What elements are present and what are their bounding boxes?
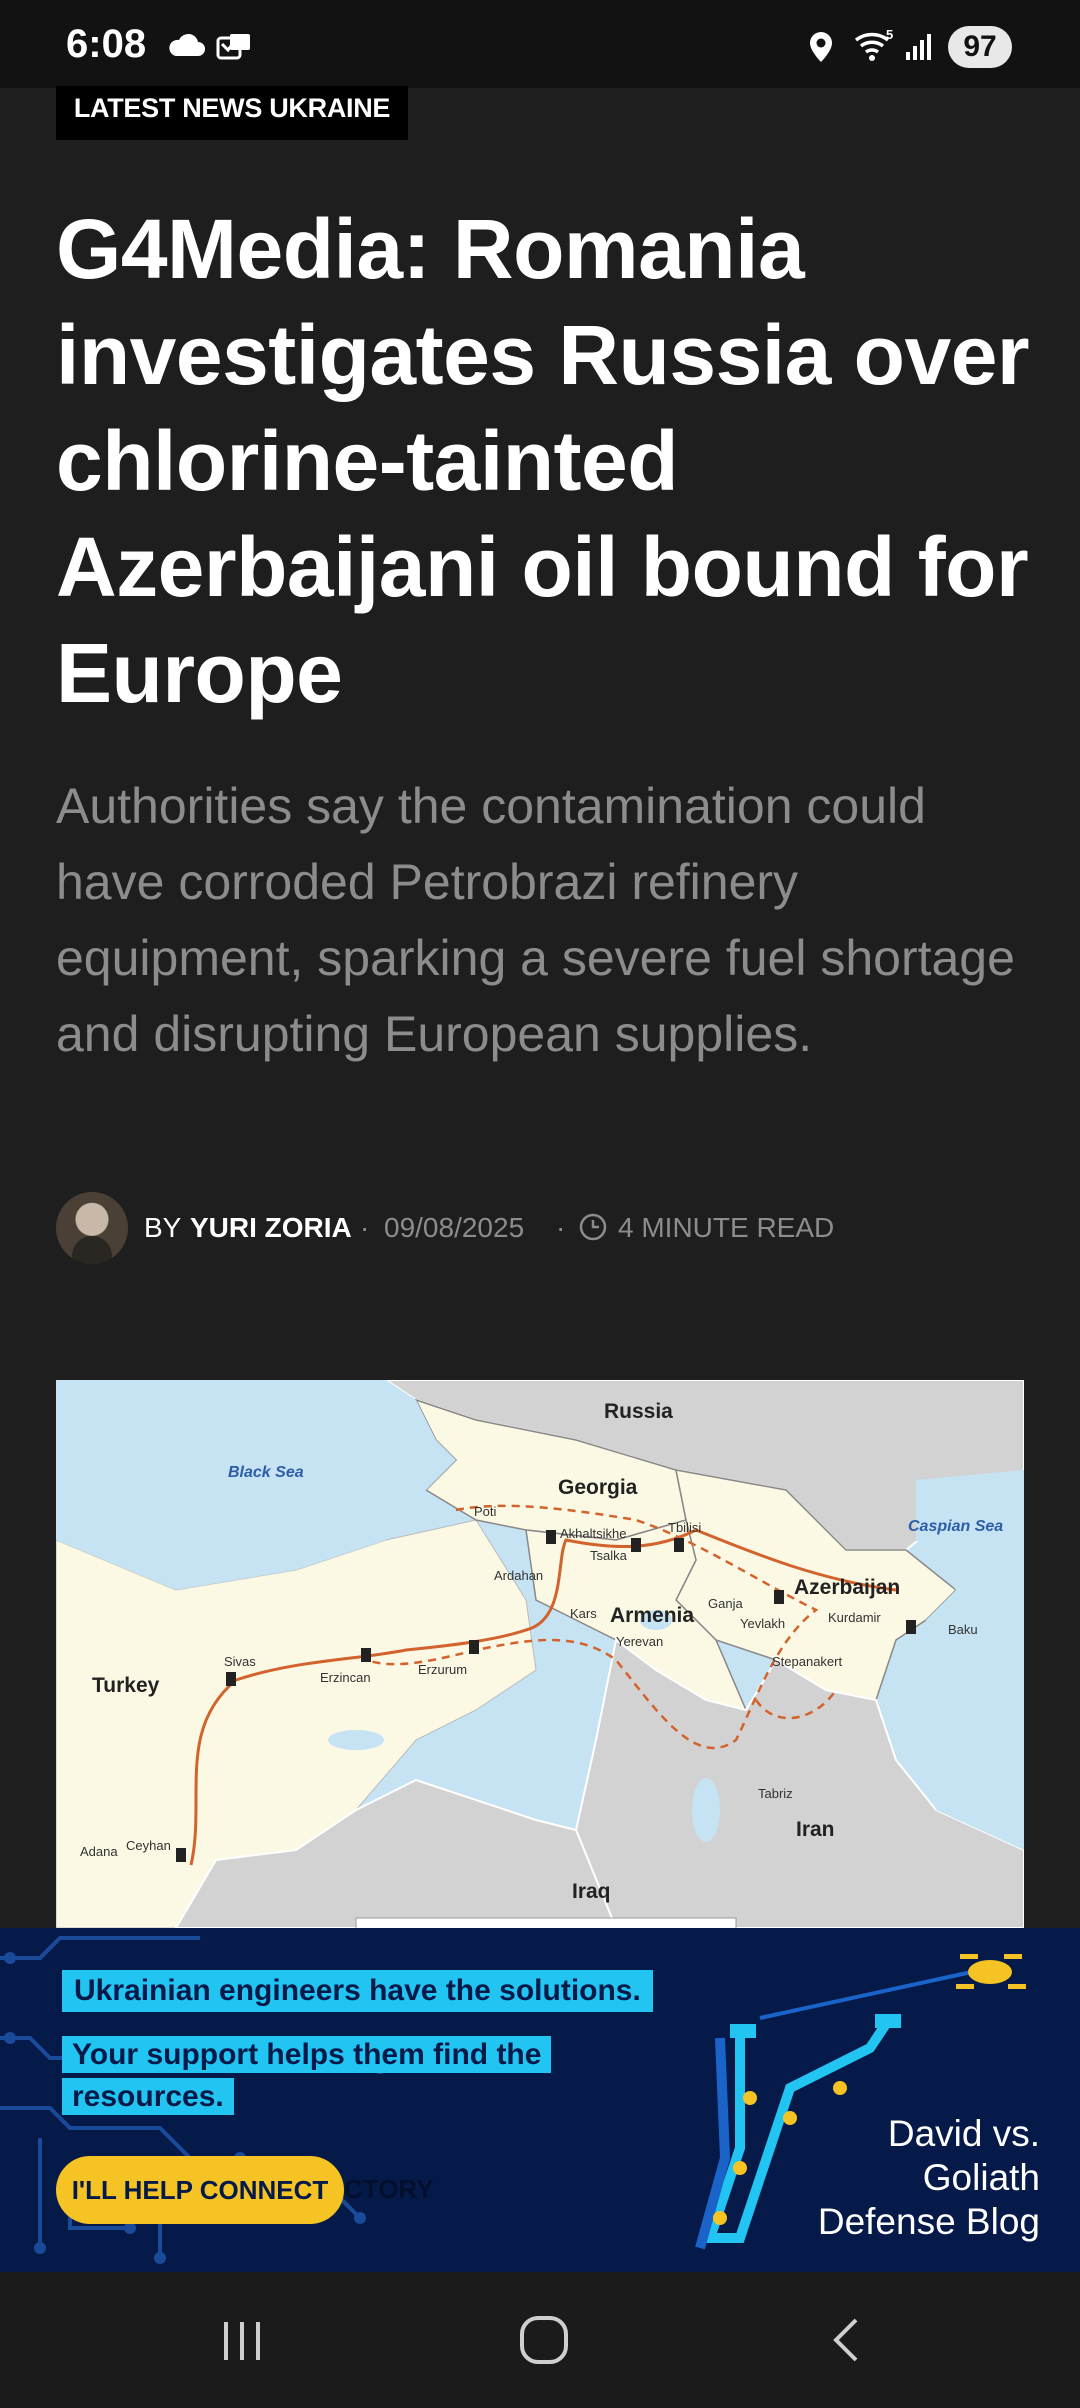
map-label-country: Russia	[604, 1400, 673, 1423]
back-button[interactable]	[816, 2312, 880, 2368]
map-label-country: Armenia	[610, 1604, 695, 1627]
map-label-city: Kars	[570, 1606, 597, 1621]
publish-date: 09/08/2025	[384, 1212, 525, 1243]
recent-apps-button[interactable]	[210, 2312, 274, 2368]
map-label-country: Iraq	[572, 1880, 611, 1903]
map-label-city: Stepanakert	[772, 1654, 843, 1669]
ad-line-1: Ukrainian engineers have the solutions.	[62, 1970, 653, 2012]
map-label-city: Adana	[80, 1844, 118, 1859]
map-label-city: Yerevan	[616, 1634, 664, 1649]
map-label-city: Tabriz	[758, 1786, 793, 1801]
navigation-bar	[0, 2272, 1080, 2408]
map-label-city: Tbilisi	[668, 1520, 702, 1535]
separator-dot: ·	[360, 1212, 370, 1243]
signal-icon	[906, 34, 931, 60]
ad-line-2: Your support helps them find the resourc…	[62, 2036, 552, 2115]
location-icon	[810, 32, 832, 62]
map-label-city: Erzurum	[418, 1662, 468, 1677]
map-label-city: Kurdamir	[828, 1610, 881, 1625]
map-label-city: Poti	[474, 1504, 497, 1519]
status-time: 6:08	[66, 22, 147, 66]
ad-cta-button[interactable]: I'LL HELP CONNECT	[56, 2156, 344, 2224]
map-label-city: Tsalka	[590, 1548, 627, 1563]
article-headline: G4Media: Romania investigates Russia ove…	[56, 202, 1030, 720]
map-label-country: Azerbaijan	[794, 1576, 901, 1599]
home-button[interactable]	[512, 2312, 576, 2368]
svg-text:5: 5	[886, 28, 893, 42]
article-map-image[interactable]: Russia Georgia Azerbaijan Armenia Turkey…	[56, 1380, 1024, 1928]
map-label-country: Iran	[796, 1818, 835, 1841]
map-label-sea: Caspian Sea	[908, 1518, 1004, 1535]
map-label-city: Sivas	[224, 1654, 256, 1669]
ad-brand: David vs. Goliath Defense Blog	[817, 2113, 1040, 2242]
map-label-city: Yevlakh	[740, 1616, 786, 1631]
ad-partial-text: CTORY	[344, 2174, 434, 2204]
byline: BY YURI ZORIA · 09/08/2025 · 4 MINUTE RE…	[56, 1192, 1036, 1266]
map-label-city: Erzincan	[320, 1670, 371, 1685]
map-label-country: Turkey	[92, 1674, 160, 1697]
map-label-sea: Black Sea	[228, 1464, 304, 1481]
map-label-city: Ardahan	[494, 1568, 544, 1583]
map-label-city: Ganja	[708, 1596, 743, 1611]
map-label-city: Ceyhan	[126, 1838, 171, 1853]
cloud-icon	[169, 33, 205, 56]
notification-icon	[216, 34, 250, 60]
battery-indicator: 97	[948, 26, 1012, 68]
clock-icon	[579, 1213, 607, 1241]
map-graphic	[56, 1380, 1024, 1928]
author-avatar[interactable]	[56, 1192, 128, 1264]
author-name[interactable]: YURI ZORIA	[190, 1212, 352, 1244]
map-label-city: Baku	[948, 1622, 978, 1637]
map-label-city: Akhaltsikhe	[560, 1526, 627, 1541]
map-label-country: Georgia	[558, 1476, 638, 1499]
wifi-icon: 5	[854, 28, 893, 61]
separator-dot: ·	[556, 1212, 566, 1243]
article-subheading: Authorities say the contamination could …	[56, 778, 1015, 1062]
read-time: 4 MINUTE READ	[618, 1212, 835, 1243]
category-tag[interactable]: LATEST NEWS UKRAINE	[56, 86, 408, 140]
by-label: BY	[144, 1212, 182, 1243]
status-bar: 6:08 5 97	[0, 0, 1080, 88]
banner-ad[interactable]: Ukrainian engineers have the solutions. …	[0, 1928, 1080, 2272]
ad-line-2-box: Your support helps them find the resourc…	[62, 2034, 582, 2118]
